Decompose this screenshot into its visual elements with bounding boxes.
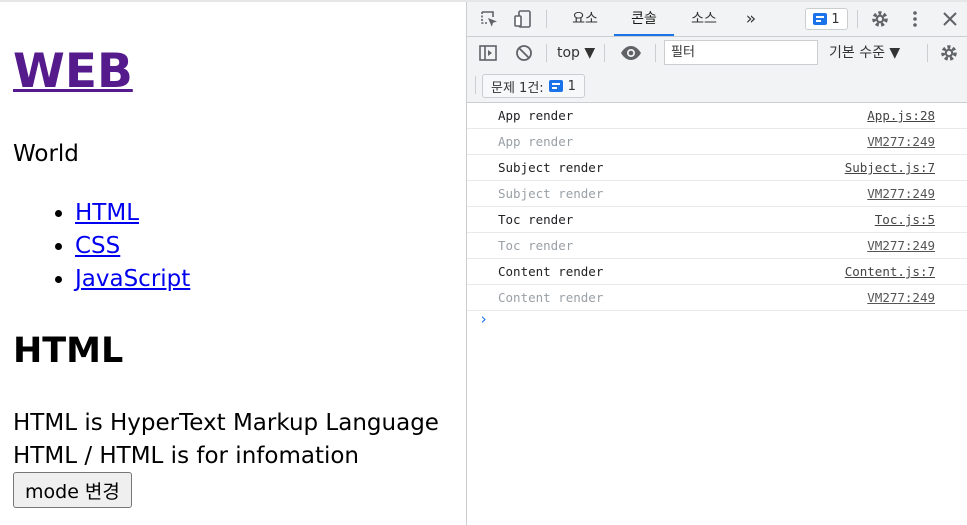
console-prompt[interactable]: › [479, 310, 488, 328]
kebab-menu-icon[interactable] [904, 9, 926, 29]
clear-console-icon[interactable] [513, 43, 535, 63]
source-link[interactable]: VM277:249 [867, 285, 935, 310]
live-expression-eye-icon[interactable] [619, 43, 643, 63]
page-title-link[interactable]: WEB [13, 44, 133, 99]
console-message-row: Subject render Subject.js:7 [467, 155, 967, 181]
console-message: Toc render [498, 212, 574, 227]
issues-badge-count: 1 [831, 11, 840, 27]
filter-input[interactable] [664, 40, 818, 65]
console-message-row: Toc render VM277:249 [467, 233, 967, 259]
mode-change-button[interactable]: mode 변경 [13, 472, 132, 508]
page-title: WEB [13, 44, 133, 100]
toolbar-separator [655, 44, 656, 62]
console-settings-gear-icon[interactable] [938, 43, 960, 63]
source-link[interactable]: VM277:249 [867, 181, 935, 206]
tab-elements[interactable]: 요소 [563, 2, 607, 36]
web-page: WEB World HTML CSS JavaScript HTML HTML … [0, 2, 466, 525]
source-link[interactable]: VM277:249 [867, 129, 935, 154]
source-link[interactable]: App.js:28 [867, 103, 935, 128]
console-message-row: Toc render Toc.js:5 [467, 207, 967, 233]
article-description: HTML is HyperText Markup Language [13, 410, 439, 436]
toolbar-separator [927, 44, 928, 62]
toc-item: JavaScript [75, 263, 190, 296]
message-icon [813, 13, 828, 25]
toc-item: CSS [75, 230, 190, 263]
toc-list: HTML CSS JavaScript [13, 197, 190, 296]
issues-button[interactable]: 문제 1건: 1 [482, 74, 585, 98]
toc-item: HTML [75, 197, 190, 230]
tab-separator [546, 10, 547, 28]
tab-separator [857, 10, 858, 28]
tab-sources[interactable]: 소스 [681, 2, 727, 36]
article-body: HTML is HyperText Markup Language HTML /… [13, 407, 439, 473]
console-message: Subject render [498, 186, 604, 201]
console-message-row: Content render VM277:249 [467, 285, 967, 311]
toc-link-css[interactable]: CSS [75, 233, 120, 259]
console-message: Content render [498, 264, 604, 279]
console-message-row: App render VM277:249 [467, 129, 967, 155]
source-link[interactable]: Subject.js:7 [845, 155, 935, 180]
issues-count: 1 [567, 78, 576, 94]
console-message: Subject render [498, 160, 604, 175]
issues-separator [475, 76, 476, 94]
toc-link-javascript[interactable]: JavaScript [75, 266, 190, 292]
device-toolbar-icon[interactable] [512, 9, 534, 29]
toolbar-separator [604, 44, 605, 62]
more-tabs-button[interactable]: » [737, 2, 765, 36]
devtools-panel: 요소 콘솔 소스 » 1 top ▼ 필터 기본 수준 ▼ 문제 1건: 1 A… [466, 2, 967, 525]
inspect-element-icon[interactable] [478, 9, 500, 29]
console-message: App render [498, 108, 574, 123]
issues-label: 문제 1건: [491, 80, 544, 96]
devtools-tabbar: 요소 콘솔 소스 » 1 [467, 2, 967, 37]
toc-link-html[interactable]: HTML [75, 200, 139, 226]
source-link[interactable]: Content.js:7 [845, 259, 935, 284]
source-link[interactable]: VM277:249 [867, 233, 935, 258]
context-selector[interactable]: top ▼ [557, 37, 595, 69]
console-log: App render App.js:28 App render VM277:24… [467, 103, 967, 328]
issues-bar: 문제 1건: 1 [467, 69, 967, 103]
article-extra: HTML / HTML is for infomation [13, 443, 359, 469]
console-message-row: Subject render VM277:249 [467, 181, 967, 207]
article-title: HTML [13, 331, 124, 371]
source-link[interactable]: Toc.js:5 [875, 207, 935, 232]
console-message: Toc render [498, 238, 574, 253]
console-message: App render [498, 134, 574, 149]
close-icon[interactable] [939, 9, 961, 29]
toolbar-separator [546, 44, 547, 62]
issues-badge-button[interactable]: 1 [805, 8, 848, 30]
message-icon [548, 80, 563, 92]
console-message: Content render [498, 290, 604, 305]
sidebar-toggle-icon[interactable] [477, 43, 499, 63]
settings-gear-icon[interactable] [869, 9, 891, 29]
console-message-row: Content render Content.js:7 [467, 259, 967, 285]
log-levels-dropdown[interactable]: 기본 수준 ▼ [829, 37, 900, 69]
console-message-row: App render App.js:28 [467, 103, 967, 129]
page-subtitle: World [13, 141, 79, 167]
tab-console[interactable]: 콘솔 [614, 2, 674, 36]
